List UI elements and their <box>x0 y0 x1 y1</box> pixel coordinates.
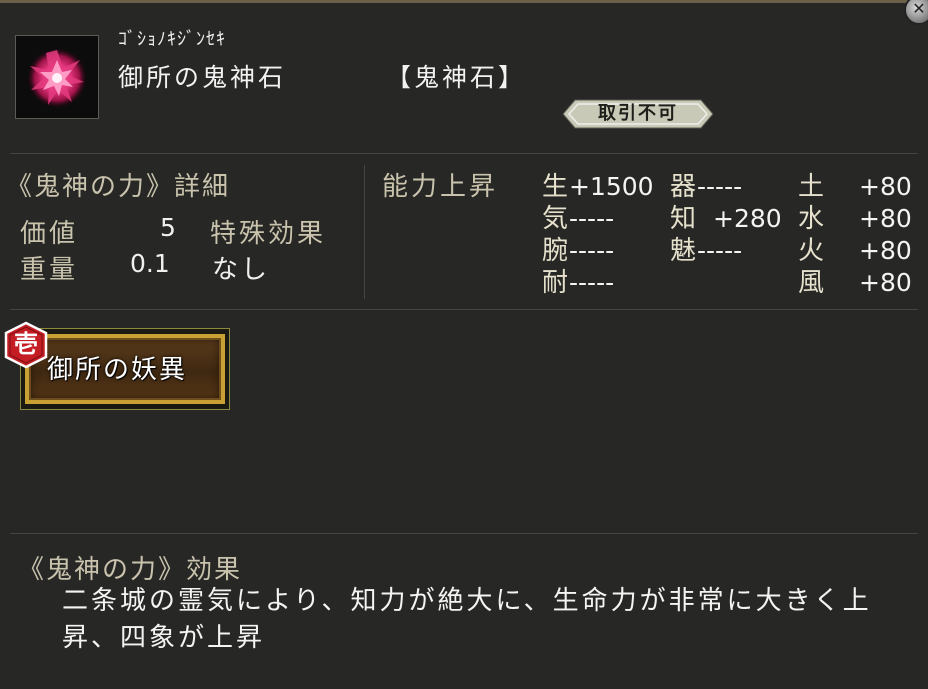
item-icon-frame <box>15 35 99 119</box>
item-type: 【鬼神石】 <box>386 63 527 92</box>
ability-heading: 能力上昇 <box>382 172 499 202</box>
trade-status-label: 取引不可 <box>598 103 678 124</box>
crystal-gem-icon <box>27 48 87 108</box>
value-number: 5 <box>160 213 176 242</box>
item-detail-panel: ✕ ｺﾞｼｮﾉｷｼﾞﾝｾｷ 御所の鬼神石 【鬼神石】 取引不可 《鬼神の力》詳細… <box>0 0 928 689</box>
skill-rank-label: 壱 <box>14 329 38 358</box>
effect-heading: 《鬼神の力》効果 <box>18 555 243 585</box>
skill-plate[interactable]: 御所の妖異 <box>20 328 230 410</box>
divider <box>10 309 918 310</box>
skill-name: 御所の妖異 <box>47 355 188 385</box>
stat-charm: 魅----- <box>670 236 743 266</box>
item-furigana: ｺﾞｼｮﾉｷｼﾞﾝｾｷ <box>118 29 226 50</box>
value-label: 価値 <box>20 219 79 249</box>
divider <box>10 533 918 534</box>
special-effect-value: なし <box>212 255 271 285</box>
item-name: 御所の鬼神石 <box>118 63 287 92</box>
weight-number: 0.1 <box>130 249 170 278</box>
details-heading: 《鬼神の力》詳細 <box>6 172 231 202</box>
stat-wind: 風 +80 <box>798 268 912 298</box>
effect-description: 二条城の霊気により、知力が絶大に、生命力が非常に大きく上昇、四象が上昇 <box>62 586 872 653</box>
special-effect-label: 特殊効果 <box>210 219 327 249</box>
trade-status-badge: 取引不可 <box>563 99 713 129</box>
divider <box>364 165 365 299</box>
close-icon[interactable]: ✕ <box>904 0 928 25</box>
skill-rank-badge: 壱 <box>2 321 50 369</box>
divider <box>10 153 918 154</box>
stat-endurance: 耐----- <box>542 268 615 298</box>
weight-label: 重量 <box>20 255 79 285</box>
